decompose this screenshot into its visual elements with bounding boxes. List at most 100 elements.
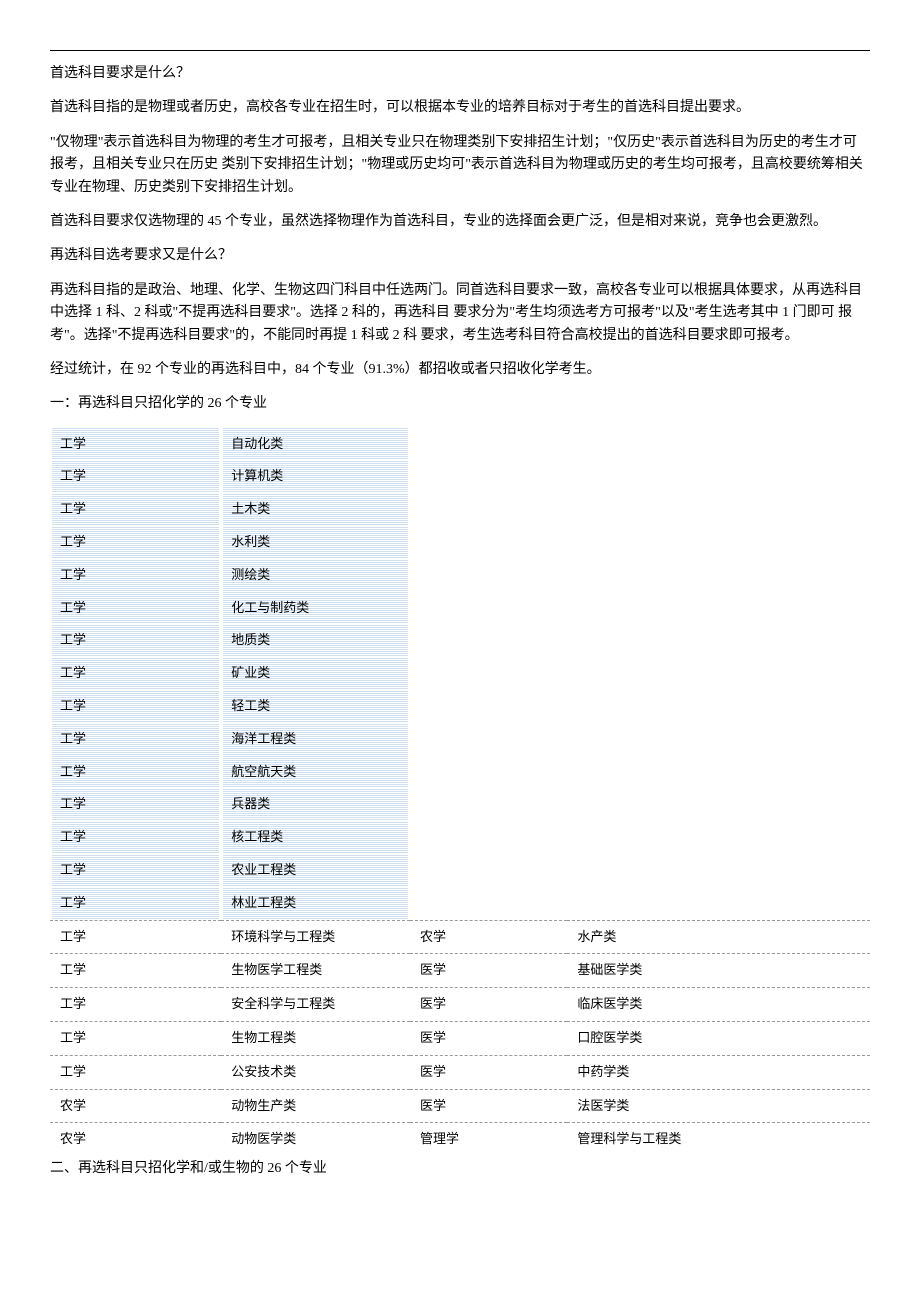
category-cell: 管理学 [410, 1123, 567, 1156]
major-cell: 计算机类 [221, 460, 410, 493]
major-cell: 轻工类 [221, 690, 410, 723]
table-row: 工学公安技术类 [50, 1055, 410, 1089]
table-row: 工学测绘类 [50, 559, 410, 592]
major-cell: 自动化类 [221, 428, 410, 461]
category-cell: 医学 [410, 1022, 567, 1056]
category-cell: 工学 [50, 788, 221, 821]
table-row: 医学中药学类 [410, 1055, 870, 1089]
table-row: 工学海洋工程类 [50, 723, 410, 756]
table-row: 工学水利类 [50, 526, 410, 559]
category-cell: 农学 [410, 920, 567, 954]
category-cell: 工学 [50, 460, 221, 493]
category-cell: 医学 [410, 988, 567, 1022]
major-cell: 临床医学类 [567, 988, 870, 1022]
table-row: 工学航空航天类 [50, 756, 410, 789]
category-cell: 工学 [50, 559, 221, 592]
category-cell: 工学 [50, 920, 221, 954]
category-cell: 工学 [50, 954, 221, 988]
table-row: 工学地质类 [50, 624, 410, 657]
major-cell: 海洋工程类 [221, 723, 410, 756]
table-row: 工学林业工程类 [50, 887, 410, 920]
major-cell: 水利类 [221, 526, 410, 559]
category-cell: 工学 [50, 690, 221, 723]
major-cell: 矿业类 [221, 657, 410, 690]
paragraph-7: 经过统计，在 92 个专业的再选科目中，84 个专业（91.3%）都招收或者只招… [50, 359, 870, 381]
table-row: 工学生物工程类 [50, 1022, 410, 1056]
category-cell: 工学 [50, 624, 221, 657]
paragraph-3: "仅物理"表示首选科目为物理的考生才可报考，且相关专业只在物理类别下安排招生计划… [50, 132, 870, 199]
category-cell: 农学 [50, 1089, 221, 1123]
table-row: 农学动物医学类 [50, 1123, 410, 1156]
table-row: 医学临床医学类 [410, 988, 870, 1022]
table-row: 医学基础医学类 [410, 954, 870, 988]
table-row: 工学核工程类 [50, 821, 410, 854]
paragraph-4: 首选科目要求仅选物理的 45 个专业，虽然选择物理作为首选科目，专业的选择面会更… [50, 211, 870, 233]
major-cell: 动物医学类 [221, 1123, 410, 1156]
major-cell: 管理科学与工程类 [567, 1123, 870, 1156]
category-cell: 工学 [50, 592, 221, 625]
major-cell: 农业工程类 [221, 854, 410, 887]
major-cell: 地质类 [221, 624, 410, 657]
category-cell: 医学 [410, 954, 567, 988]
major-cell: 水产类 [567, 920, 870, 954]
category-cell: 工学 [50, 493, 221, 526]
table-row: 农学动物生产类 [50, 1089, 410, 1123]
major-cell: 生物医学工程类 [221, 954, 410, 988]
category-cell: 医学 [410, 1089, 567, 1123]
table-row: 管理学管理科学与工程类 [410, 1123, 870, 1156]
top-rule [50, 50, 870, 51]
section-heading-2: 二、再选科目只招化学和/或生物的 26 个专业 [50, 1158, 870, 1180]
category-cell: 工学 [50, 526, 221, 559]
table-row: 工学计算机类 [50, 460, 410, 493]
category-cell: 农学 [50, 1123, 221, 1156]
section-heading-1: 一：再选科目只招化学的 26 个专业 [50, 393, 870, 415]
major-cell: 中药学类 [567, 1055, 870, 1089]
majors-table-left: 工学自动化类工学计算机类工学土木类工学水利类工学测绘类工学化工与制药类工学地质类… [50, 428, 410, 1157]
paragraph-2: 首选科目指的是物理或者历史，高校各专业在招生时，可以根据本专业的培养目标对于考生… [50, 97, 870, 119]
major-cell: 测绘类 [221, 559, 410, 592]
category-cell: 医学 [410, 1055, 567, 1089]
table-row: 工学自动化类 [50, 428, 410, 461]
major-cell: 化工与制药类 [221, 592, 410, 625]
major-cell: 安全科学与工程类 [221, 988, 410, 1022]
category-cell: 工学 [50, 988, 221, 1022]
category-cell: 工学 [50, 428, 221, 461]
category-cell: 工学 [50, 756, 221, 789]
table-row: 工学化工与制药类 [50, 592, 410, 625]
major-cell: 公安技术类 [221, 1055, 410, 1089]
category-cell: 工学 [50, 657, 221, 690]
category-cell: 工学 [50, 821, 221, 854]
table-row: 医学法医学类 [410, 1089, 870, 1123]
category-cell: 工学 [50, 887, 221, 920]
major-cell: 核工程类 [221, 821, 410, 854]
table-row: 工学农业工程类 [50, 854, 410, 887]
tables-container: 工学自动化类工学计算机类工学土木类工学水利类工学测绘类工学化工与制药类工学地质类… [50, 428, 870, 1157]
majors-table-right: 农学水产类医学基础医学类医学临床医学类医学口腔医学类医学中药学类医学法医学类管理… [410, 920, 870, 1157]
paragraph-question-2: 再选科目选考要求又是什么？ [50, 245, 870, 267]
table-row: 工学兵器类 [50, 788, 410, 821]
category-cell: 工学 [50, 1055, 221, 1089]
category-cell: 工学 [50, 854, 221, 887]
table-row: 工学土木类 [50, 493, 410, 526]
major-cell: 动物生产类 [221, 1089, 410, 1123]
major-cell: 航空航天类 [221, 756, 410, 789]
table-row: 工学轻工类 [50, 690, 410, 723]
major-cell: 林业工程类 [221, 887, 410, 920]
major-cell: 兵器类 [221, 788, 410, 821]
major-cell: 土木类 [221, 493, 410, 526]
paragraph-question-1: 首选科目要求是什么？ [50, 63, 870, 85]
table-row: 工学安全科学与工程类 [50, 988, 410, 1022]
major-cell: 生物工程类 [221, 1022, 410, 1056]
major-cell: 法医学类 [567, 1089, 870, 1123]
table-row: 工学生物医学工程类 [50, 954, 410, 988]
paragraph-6: 再选科目指的是政治、地理、化学、生物这四门科目中任选两门。同首选科目要求一致，高… [50, 280, 870, 347]
category-cell: 工学 [50, 723, 221, 756]
table-row: 农学水产类 [410, 920, 870, 954]
table-row: 工学矿业类 [50, 657, 410, 690]
category-cell: 工学 [50, 1022, 221, 1056]
major-cell: 基础医学类 [567, 954, 870, 988]
table-row: 工学环境科学与工程类 [50, 920, 410, 954]
table-row: 医学口腔医学类 [410, 1022, 870, 1056]
major-cell: 环境科学与工程类 [221, 920, 410, 954]
major-cell: 口腔医学类 [567, 1022, 870, 1056]
